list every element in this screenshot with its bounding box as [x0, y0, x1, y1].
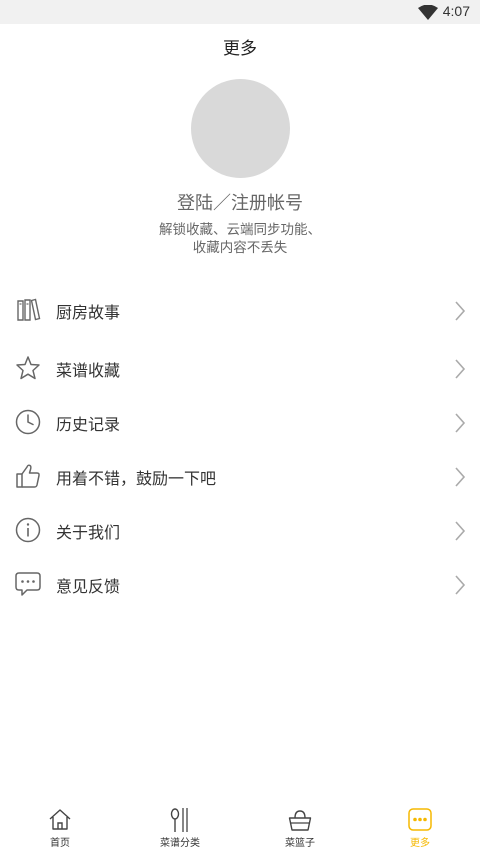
tab-label: 更多: [410, 838, 430, 849]
basket-icon: [288, 807, 312, 833]
login-description: 解锁收藏、云端同步功能、 收藏内容不丢失: [0, 221, 480, 257]
avatar-placeholder[interactable]: [191, 79, 290, 178]
login-register-link[interactable]: 登陆／注册帐号: [0, 189, 480, 215]
chevron-right-icon: [454, 574, 466, 596]
menu-item-history[interactable]: 历史记录: [0, 396, 480, 450]
menu-item-label: 关于我们: [56, 523, 121, 542]
menu-item-kitchen-stories[interactable]: 厨房故事: [0, 284, 480, 338]
page-title: 更多: [223, 39, 257, 59]
bottom-tab-bar: 首页 菜谱分类 菜篮子 更多: [0, 797, 480, 853]
wifi-icon: [418, 4, 438, 20]
chevron-right-icon: [454, 412, 466, 434]
menu-item-rate-app[interactable]: 用着不错，鼓励一下吧: [0, 450, 480, 504]
chevron-right-icon: [454, 520, 466, 542]
menu-item-recipe-favorites[interactable]: 菜谱收藏: [0, 342, 480, 396]
more-dots-icon: [408, 807, 432, 833]
chevron-right-icon: [454, 466, 466, 488]
chevron-right-icon: [454, 358, 466, 380]
login-description-line1: 解锁收藏、云端同步功能、: [159, 222, 321, 238]
tab-home[interactable]: 首页: [0, 797, 120, 853]
tab-more[interactable]: 更多: [360, 797, 480, 853]
menu-item-label: 意见反馈: [56, 577, 121, 596]
tab-label: 菜篮子: [285, 838, 315, 849]
menu-item-about-us[interactable]: 关于我们: [0, 504, 480, 558]
menu-item-label: 菜谱收藏: [56, 361, 121, 380]
menu-item-label: 厨房故事: [56, 303, 121, 322]
chat-bubble-icon: [14, 570, 42, 598]
menu-item-label: 历史记录: [56, 415, 121, 434]
tab-recipe-categories[interactable]: 菜谱分类: [120, 797, 240, 853]
home-icon: [48, 807, 72, 833]
tab-label: 菜谱分类: [160, 838, 200, 849]
book-icon: [14, 296, 42, 324]
clock-icon: [14, 408, 42, 436]
tab-basket[interactable]: 菜篮子: [240, 797, 360, 853]
thumbs-up-icon: [14, 462, 42, 490]
chevron-right-icon: [454, 300, 466, 322]
spoon-chopsticks-icon: [168, 807, 192, 833]
menu-item-feedback[interactable]: 意见反馈: [0, 558, 480, 612]
star-icon: [14, 354, 42, 382]
status-time: 4:07: [442, 3, 470, 19]
status-bar: 4:07: [0, 0, 480, 24]
tab-label: 首页: [50, 838, 70, 849]
info-icon: [14, 516, 42, 544]
login-description-line2: 收藏内容不丢失: [192, 240, 288, 256]
menu-item-label: 用着不错，鼓励一下吧: [56, 469, 217, 488]
